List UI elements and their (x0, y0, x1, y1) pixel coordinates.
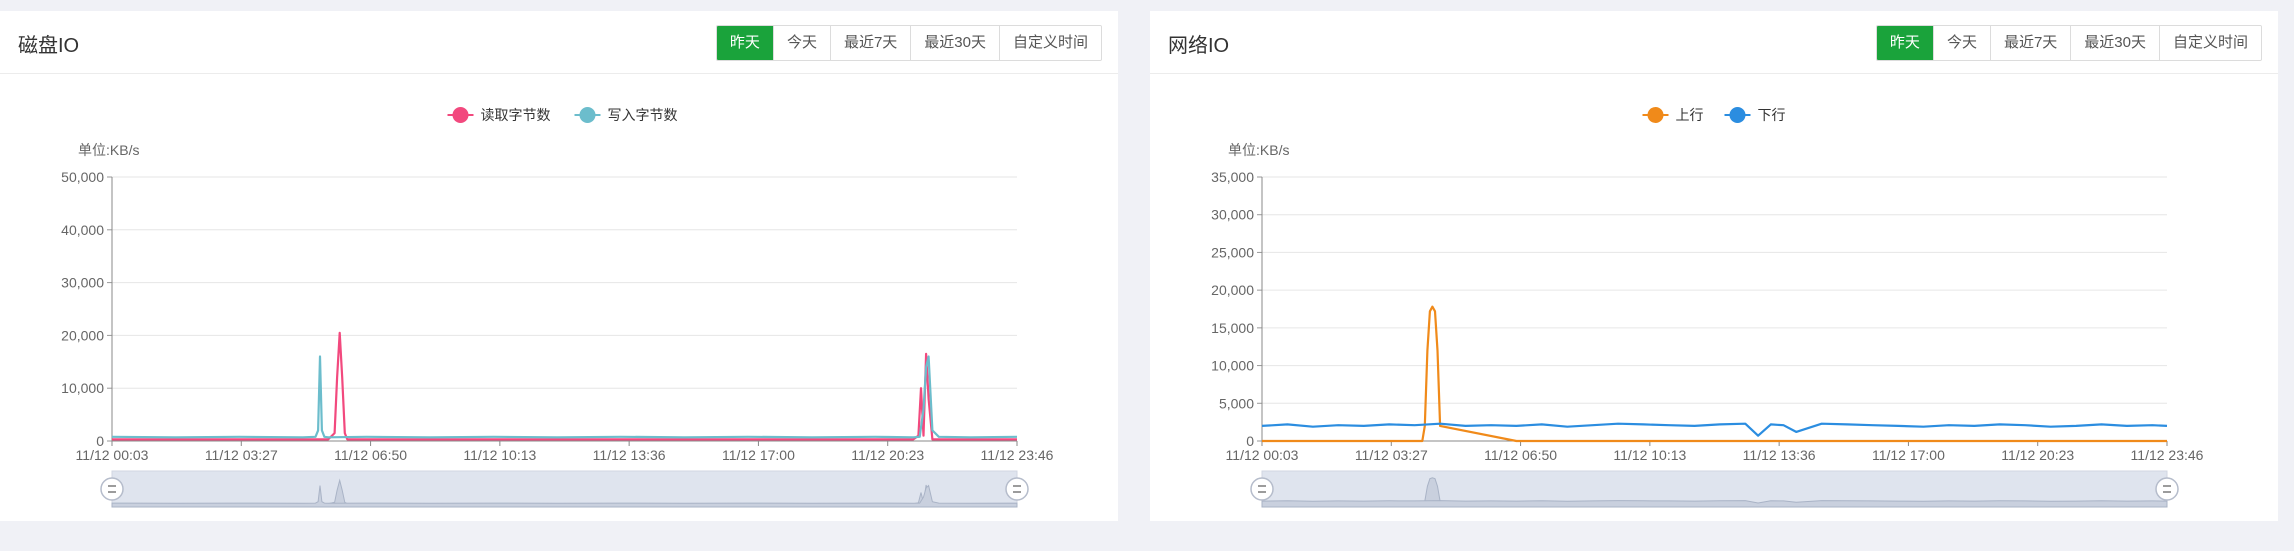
net-xtick-label-5: 11/12 17:00 (1872, 447, 1945, 463)
disk-xtick-label-6: 11/12 20:23 (851, 447, 924, 463)
net-xtick-label-4: 11/12 13:36 (1743, 447, 1816, 463)
network-io-chart: 上行 下行单位:KB/s05,00010,00015,00020,00025,00… (1211, 107, 2204, 508)
net-zoom-handle-knob-0 (1250, 477, 1274, 501)
disk-io-title: 磁盘IO (18, 35, 80, 57)
disk-legend-marker-0 (452, 107, 469, 123)
disk-zoom-track[interactable] (111, 470, 1018, 508)
disk-legend-marker-1 (579, 107, 596, 123)
disk-zoom-handle-knob-1 (1005, 477, 1029, 501)
net-zoom-handle-left[interactable] (1250, 477, 1274, 501)
disk-io-panel: 磁盘IO 昨天 今天 最近7天 最近30天 自定义时间 读取字节数 写入字节数单位… (0, 11, 1118, 521)
net-ytick-label-2: 10,000 (1211, 358, 1254, 374)
disk-ytick-label-4: 40,000 (61, 222, 104, 238)
disk-xtick-label-2: 11/12 06:50 (334, 447, 407, 463)
disk-range-7days-button[interactable]: 最近7天 (829, 26, 911, 60)
net-ytick-label-7: 35,000 (1211, 169, 1254, 185)
disk-range-yesterday-button[interactable]: 昨天 (716, 26, 773, 60)
net-zoom-handle-knob-1 (2155, 477, 2179, 501)
net-xtick-label-7: 11/12 23:46 (2131, 447, 2204, 463)
net-xtick-label-1: 11/12 03:27 (1355, 447, 1428, 463)
net-legend-label-1: 下行 (1758, 107, 1786, 123)
network-io-title: 网络IO (1168, 35, 1230, 57)
net-zoom-handle-right[interactable] (2155, 477, 2179, 501)
disk-io-chart: 读取字节数 写入字节数单位:KB/s010,00020,00030,00040,0… (61, 107, 1054, 508)
net-xtick-label-0: 11/12 00:03 (1226, 447, 1299, 463)
net-series-line-0 (1262, 305, 2167, 443)
disk-range-30days-button[interactable]: 最近30天 (910, 26, 999, 60)
net-range-7days-button[interactable]: 最近7天 (1989, 26, 2071, 60)
disk-range-custom-button[interactable]: 自定义时间 (998, 26, 1101, 60)
disk-xtick-label-7: 11/12 23:46 (981, 447, 1054, 463)
net-range-30days-button[interactable]: 最近30天 (2070, 26, 2159, 60)
net-unit-label: 单位:KB/s (1228, 142, 1289, 158)
net-range-custom-button[interactable]: 自定义时间 (2158, 26, 2261, 60)
disk-range-today-button[interactable]: 今天 (772, 26, 830, 60)
net-zoom-preview-1 (1261, 500, 2168, 508)
disk-ytick-label-3: 30,000 (61, 275, 104, 291)
disk-legend-item-1[interactable]: 写入字节数 (574, 107, 678, 123)
disk-io-range-group: 昨天 今天 最近7天 最近30天 自定义时间 (715, 25, 1102, 61)
network-io-header: 网络IO 昨天 今天 最近7天 最近30天 自定义时间 (1150, 11, 2278, 74)
disk-xtick-label-3: 11/12 10:13 (463, 447, 536, 463)
net-legend-marker-1 (1729, 107, 1746, 123)
disk-ytick-label-2: 20,000 (61, 327, 104, 343)
disk-legend-item-0[interactable]: 读取字节数 (447, 107, 551, 123)
network-io-range-group: 昨天 今天 最近7天 最近30天 自定义时间 (1875, 25, 2262, 61)
net-legend-marker-0 (1647, 107, 1664, 123)
net-range-yesterday-button[interactable]: 昨天 (1876, 26, 1933, 60)
disk-ytick-label-5: 50,000 (61, 169, 104, 185)
disk-series-line-1 (111, 355, 1018, 439)
disk-io-header: 磁盘IO 昨天 今天 最近7天 最近30天 自定义时间 (0, 11, 1118, 74)
disk-unit-label: 单位:KB/s (78, 142, 139, 158)
net-range-today-button[interactable]: 今天 (1932, 26, 1990, 60)
disk-zoom-handle-left[interactable] (100, 477, 124, 501)
net-series-line-1 (1261, 422, 2168, 437)
net-ytick-label-1: 5,000 (1219, 395, 1254, 411)
disk-xtick-label-1: 11/12 03:27 (205, 447, 278, 463)
net-ytick-label-5: 25,000 (1211, 244, 1254, 260)
disk-legend-label-0: 读取字节数 (481, 107, 551, 123)
net-xtick-label-3: 11/12 10:13 (1613, 447, 1686, 463)
disk-xtick-label-4: 11/12 13:36 (593, 447, 666, 463)
net-ytick-label-6: 30,000 (1211, 207, 1254, 223)
net-legend-label-0: 上行 (1676, 107, 1704, 123)
disk-series-line-0 (112, 331, 1017, 441)
net-xtick-label-2: 11/12 06:50 (1484, 447, 1557, 463)
net-ytick-label-3: 15,000 (1211, 320, 1254, 336)
net-ytick-label-4: 20,000 (1211, 282, 1254, 298)
disk-xtick-label-0: 11/12 00:03 (76, 447, 149, 463)
net-legend-item-0[interactable]: 上行 (1642, 107, 1704, 123)
disk-ytick-label-1: 10,000 (61, 380, 104, 396)
disk-zoom-handle-knob-0 (100, 477, 124, 501)
disk-zoom-handle-right[interactable] (1005, 477, 1029, 501)
net-xtick-label-6: 11/12 20:23 (2001, 447, 2074, 463)
disk-xtick-label-5: 11/12 17:00 (722, 447, 795, 463)
net-legend-item-1[interactable]: 下行 (1724, 107, 1786, 123)
disk-legend-label-1: 写入字节数 (608, 107, 678, 123)
network-io-panel: 网络IO 昨天 今天 最近7天 最近30天 自定义时间 上行 下行 单位:KB/s 0… (1150, 11, 2278, 521)
